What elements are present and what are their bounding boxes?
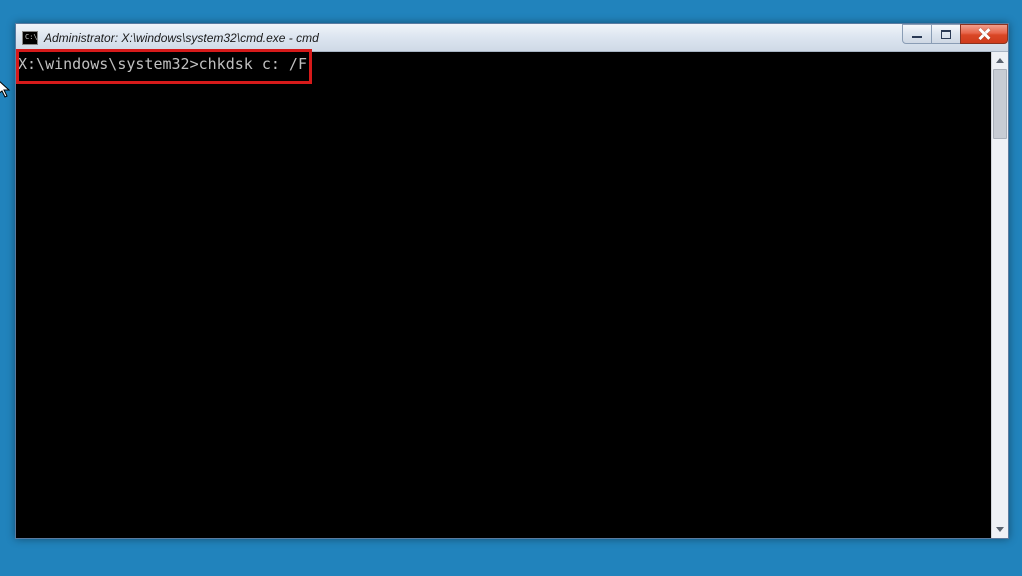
maximize-button[interactable] [931, 24, 961, 44]
scroll-up-button[interactable] [992, 52, 1008, 69]
maximize-icon [941, 30, 951, 39]
chevron-up-icon [996, 58, 1004, 63]
scroll-track[interactable] [992, 69, 1008, 521]
close-button[interactable] [960, 24, 1008, 44]
close-icon [978, 28, 990, 40]
window-controls [903, 24, 1008, 44]
command-text: chkdsk c: /F [199, 55, 307, 73]
minimize-icon [912, 35, 922, 38]
console-line: X:\windows\system32>chkdsk c: /F [16, 52, 991, 74]
console-content[interactable]: X:\windows\system32>chkdsk c: /F [16, 52, 991, 538]
titlebar[interactable]: C:\ Administrator: X:\windows\system32\c… [16, 24, 1008, 52]
chevron-down-icon [996, 527, 1004, 532]
vertical-scrollbar[interactable] [991, 52, 1008, 538]
cmd-icon: C:\ [22, 31, 38, 45]
scroll-down-button[interactable] [992, 521, 1008, 538]
minimize-button[interactable] [902, 24, 932, 44]
command-prompt-window: C:\ Administrator: X:\windows\system32\c… [15, 23, 1009, 539]
scroll-thumb[interactable] [993, 69, 1007, 139]
window-title: Administrator: X:\windows\system32\cmd.e… [44, 31, 319, 45]
mouse-cursor-icon [0, 80, 14, 100]
console-area: X:\windows\system32>chkdsk c: /F [16, 52, 1008, 538]
prompt-text: X:\windows\system32> [18, 55, 199, 73]
